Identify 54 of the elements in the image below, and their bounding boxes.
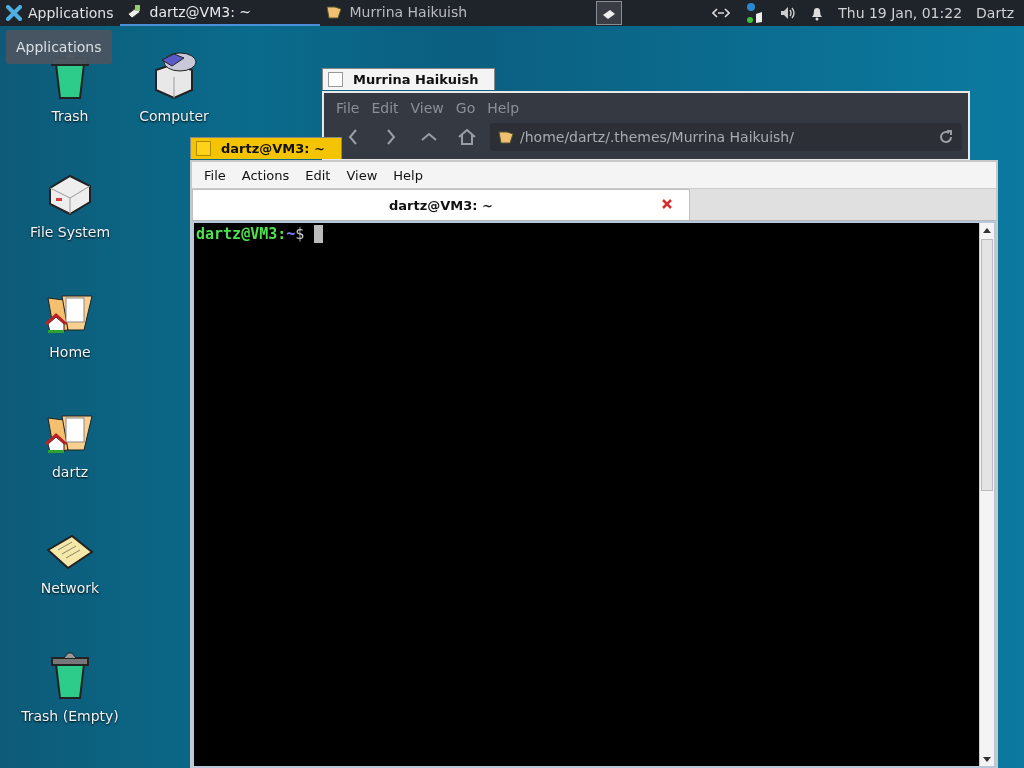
scroll-down-icon[interactable] xyxy=(983,756,991,762)
menu-item[interactable]: Help xyxy=(385,167,431,183)
bell-icon[interactable] xyxy=(810,5,825,21)
up-icon xyxy=(421,132,437,142)
close-icon[interactable] xyxy=(661,198,673,210)
user-name[interactable]: Dartz xyxy=(976,5,1014,21)
computer-icon xyxy=(155,52,197,100)
desktop-icon-label[interactable]: dartz xyxy=(51,464,89,480)
window-title-tab[interactable]: dartz@VM3: ~ xyxy=(190,137,342,159)
menu-item[interactable]: Go xyxy=(449,100,482,116)
clock[interactable]: Thu 19 Jan, 01:22 xyxy=(838,5,963,21)
window-title: Murrina Haikuish xyxy=(353,72,479,87)
desktop-icon-label[interactable]: Trash (Empty) xyxy=(21,708,119,724)
scrollbar[interactable] xyxy=(979,223,994,766)
applications-menu-button[interactable]: Applications xyxy=(0,0,120,26)
menu-item[interactable]: Edit xyxy=(297,167,339,183)
menu-item[interactable]: Actions xyxy=(233,167,298,183)
menu-item[interactable]: Edit xyxy=(365,100,405,116)
taskbar-button[interactable]: dartz@VM3: ~ xyxy=(119,0,320,26)
menu-item[interactable]: View xyxy=(404,100,450,116)
location-field[interactable]: /home/dartz/.themes/Murrina Haikuish/ xyxy=(490,123,962,151)
desktop-icon-label[interactable]: Computer xyxy=(139,108,209,124)
folder-icon xyxy=(325,4,342,20)
menu-item[interactable]: File xyxy=(330,100,366,116)
scroll-up-icon[interactable] xyxy=(983,227,991,233)
terminal-icon xyxy=(125,4,142,20)
menu-item[interactable]: View xyxy=(338,167,386,183)
folder-icon xyxy=(498,129,514,145)
window-title: dartz@VM3: ~ xyxy=(221,141,325,156)
terminal-prompt: dartz@VM3:~$ xyxy=(196,225,305,243)
desktop-icon-label[interactable]: Home xyxy=(49,344,91,360)
network-icon xyxy=(46,534,94,570)
drive-icon xyxy=(49,174,91,216)
home-icon xyxy=(458,129,476,145)
window-menu-box[interactable] xyxy=(328,72,343,87)
trash-bin-icon xyxy=(51,652,89,699)
volume-icon[interactable] xyxy=(780,6,797,20)
desktop-icon-label[interactable]: Network xyxy=(40,580,100,596)
tooltip: Applications xyxy=(6,30,112,64)
workspace-switcher[interactable] xyxy=(595,1,622,25)
network-arrows-icon[interactable] xyxy=(712,8,731,18)
text-cursor xyxy=(314,225,324,243)
menu-item[interactable]: File xyxy=(196,167,234,183)
home-folder-icon xyxy=(45,295,93,333)
window-title-tab[interactable]: Murrina Haikuish xyxy=(322,68,496,90)
desktop-icon-label[interactable]: Trash xyxy=(51,108,89,124)
reload-icon[interactable] xyxy=(938,129,954,145)
home-folder-icon xyxy=(45,415,93,453)
forward-icon xyxy=(386,129,396,145)
menu-item[interactable]: Help xyxy=(481,100,526,116)
desktop-icon-label[interactable]: File System xyxy=(29,224,111,240)
terminal-tab[interactable]: dartz@VM3: ~ xyxy=(192,189,690,220)
back-icon xyxy=(348,129,358,145)
taskbar-button[interactable]: Murrina Haikuish xyxy=(319,0,520,26)
